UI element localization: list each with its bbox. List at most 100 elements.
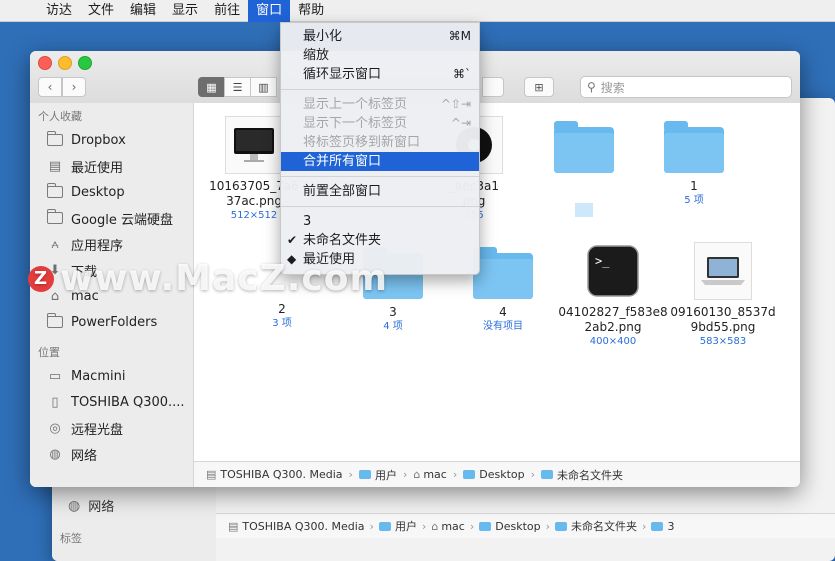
menu-finder[interactable]: 访达 <box>38 0 80 22</box>
folder-label-placeholder <box>575 203 593 217</box>
menu-item-label: 将标签页移到新窗口 <box>303 135 421 150</box>
menu-edit[interactable]: 编辑 <box>122 0 164 22</box>
menu-item-label: 缩放 <box>303 48 330 63</box>
shortcut: ⌘M <box>448 29 471 43</box>
back-sidebar-item-network[interactable]: ◍ 网络 <box>68 496 114 516</box>
folder-icon <box>541 470 554 479</box>
menu-item-window-3[interactable]: 3 <box>281 212 479 231</box>
back-path-0[interactable]: TOSHIBA Q300. Media <box>242 520 364 533</box>
menu-item-bring-all-front[interactable]: 前置全部窗口 <box>281 182 479 201</box>
shortcut: ⌘` <box>453 67 471 81</box>
minimize-button[interactable] <box>58 56 72 70</box>
menu-item-merge-all-windows[interactable]: 合并所有窗口 <box>281 152 479 171</box>
sidebar-item-label: PowerFolders <box>71 314 158 330</box>
view-switcher: ▦ ☰ ▥ <box>198 77 277 97</box>
icon-view-button[interactable]: ▦ <box>198 77 225 97</box>
home-icon: ⌂ <box>413 468 421 481</box>
menu-item-move-tab: 将标签页移到新窗口 <box>281 133 479 152</box>
sidebar-item-label: 最近使用 <box>71 160 124 176</box>
sidebar-item-powerfolders[interactable]: PowerFolders <box>30 309 193 335</box>
fullscreen-button[interactable] <box>78 56 92 70</box>
folder-item-2[interactable]: 2 3 项 <box>227 298 337 331</box>
sidebar-item-desktop[interactable]: Desktop <box>30 179 193 205</box>
folder-icon <box>664 115 724 175</box>
folder-icon <box>554 115 614 175</box>
disk-icon: ▤ <box>206 468 217 481</box>
list-icon: ☰ <box>232 80 243 94</box>
file-info: 583×583 <box>699 336 747 347</box>
forward-button[interactable]: › <box>62 77 86 97</box>
menu-item-window-untitled[interactable]: ✔ 未命名文件夹 <box>281 231 479 250</box>
globe-icon: ◍ <box>49 446 61 462</box>
menu-view[interactable]: 显示 <box>164 0 206 22</box>
menu-file[interactable]: 文件 <box>80 0 122 22</box>
back-path-2[interactable]: mac <box>441 520 465 533</box>
new-folder-button[interactable]: ⊞ <box>524 77 554 97</box>
back-path-3[interactable]: Desktop <box>495 520 540 533</box>
sidebar-item-dropbox[interactable]: Dropbox <box>30 127 193 153</box>
list-view-button[interactable]: ☰ <box>224 77 251 97</box>
sidebar-item-recents[interactable]: ▤ 最近使用 <box>30 153 193 179</box>
back-button[interactable]: ‹ <box>38 77 62 97</box>
back-path-4[interactable]: 未命名文件夹 <box>571 518 637 534</box>
menu-item-label: 前置全部窗口 <box>303 184 382 199</box>
back-pathbar: ▤ TOSHIBA Q300. Media › 用户 › ⌂ mac › Desktop… <box>216 513 835 538</box>
search-field[interactable]: ⚲ 搜索 <box>580 76 792 98</box>
menu-item-zoom[interactable]: 缩放 <box>281 46 479 65</box>
sidebar-item-network[interactable]: ◍ 网络 <box>30 441 193 467</box>
back-tags-header: 标签 <box>60 532 82 545</box>
menu-window[interactable]: 窗口 <box>248 0 291 22</box>
file-item[interactable] <box>529 115 639 217</box>
shortcut: ^⇧⇥ <box>440 97 471 111</box>
back-path-5[interactable]: 3 <box>667 520 674 533</box>
watermark: Z www.MacZ.com <box>28 258 388 299</box>
path-segment-2[interactable]: mac <box>423 468 447 481</box>
sidebar-item-macmini[interactable]: ▭ Macmini <box>30 363 193 389</box>
sidebar-item-remote-disc[interactable]: ◎ 远程光盘 <box>30 415 193 441</box>
menu-help[interactable]: 帮助 <box>290 0 332 22</box>
menu-item-minimize[interactable]: 最小化 ⌘M <box>281 27 479 46</box>
folder-icon <box>46 131 64 148</box>
sidebar-item-google-drive[interactable]: Google 云端硬盘 <box>30 205 193 231</box>
path-segment-4[interactable]: 未命名文件夹 <box>557 467 623 483</box>
menu-go[interactable]: 前往 <box>206 0 248 22</box>
menu-item-label: 未命名文件夹 <box>303 233 382 248</box>
locations-header: 位置 <box>38 346 60 359</box>
file-name: 09160130_8537d <box>670 305 776 319</box>
folder-icon <box>555 521 568 531</box>
sidebar-item-label: Desktop <box>71 184 125 200</box>
file-item[interactable]: 09160130_8537d 9bd55.png 583×583 <box>668 241 778 349</box>
back-path-1[interactable]: 用户 <box>395 518 417 534</box>
folder-item-1[interactable]: 1 5 项 <box>639 115 749 208</box>
sidebar-item-label: TOSHIBA Q300.... <box>71 394 185 410</box>
disk-icon: ▭ <box>48 368 62 384</box>
grid-icon: ▦ <box>206 80 217 94</box>
menu-item-label: 合并所有窗口 <box>303 154 382 169</box>
menu-bar: 访达 文件 编辑 显示 前往 窗口 帮助 <box>0 0 835 22</box>
recents-icon: ▤ <box>48 158 62 174</box>
sidebar-item-toshiba[interactable]: ▯ TOSHIBA Q300.... <box>30 389 193 415</box>
folder-count: 3 项 <box>272 318 292 329</box>
action-button-partial[interactable] <box>482 77 504 97</box>
watermark-text: www.MacZ.com <box>60 258 388 299</box>
close-button[interactable] <box>38 56 52 70</box>
sidebar-item-label: 应用程序 <box>71 238 124 254</box>
sidebar-item-label: 远程光盘 <box>71 422 124 438</box>
folder-icon <box>46 209 64 226</box>
file-item[interactable]: >_ 04102827_f583e8 2ab2.png 400×400 <box>558 241 668 349</box>
folder-icon <box>358 470 371 479</box>
folder-name: 1 <box>690 179 698 193</box>
path-segment-0[interactable]: TOSHIBA Q300. Media <box>220 468 342 481</box>
menu-item-cycle-windows[interactable]: 循环显示窗口 ⌘` <box>281 65 479 84</box>
watermark-logo-icon: Z <box>28 265 54 292</box>
column-view-button[interactable]: ▥ <box>250 77 277 97</box>
sidebar-item-applications[interactable]: ⩜ 应用程序 <box>30 231 193 257</box>
path-segment-1[interactable]: 用户 <box>375 467 397 483</box>
folder-icon <box>479 521 492 531</box>
folder-icon <box>473 241 533 301</box>
search-placeholder: 搜索 <box>600 80 625 95</box>
path-segment-3[interactable]: Desktop <box>479 468 524 481</box>
folder-icon <box>46 313 64 330</box>
file-name: 04102827_f583e8 <box>558 305 668 319</box>
folder-count: 5 项 <box>684 195 704 206</box>
